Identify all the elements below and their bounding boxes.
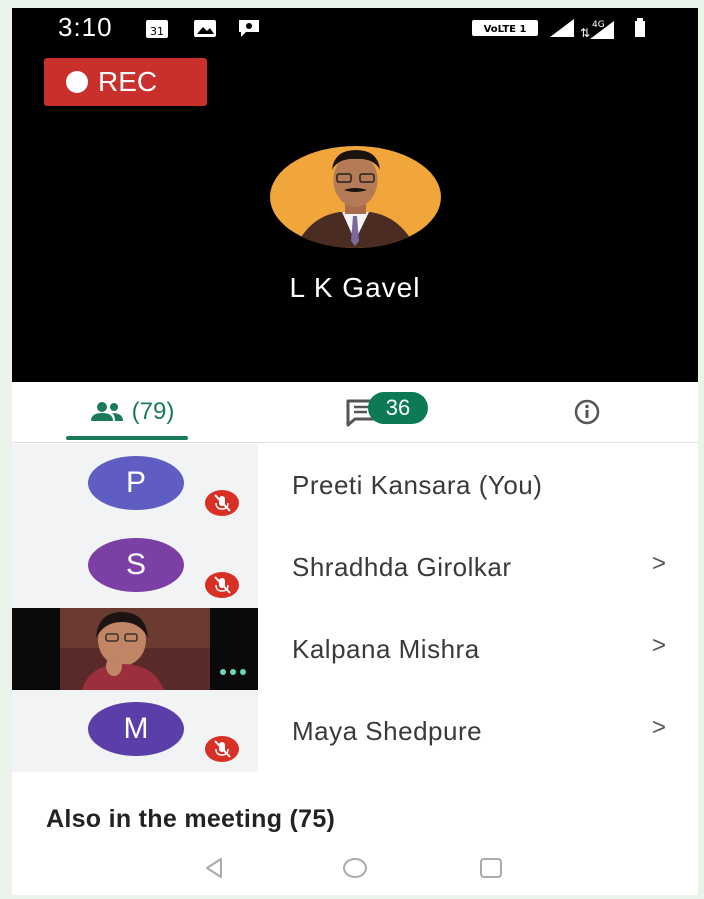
calendar-icon: 31 bbox=[145, 17, 169, 44]
status-bar: 3:10 31 VoLTE 1 4G ⇅ bbox=[12, 8, 698, 48]
clock: 3:10 bbox=[58, 12, 113, 42]
meet-app: 3:10 31 VoLTE 1 4G ⇅ REC L K Gavel (79) … bbox=[12, 8, 698, 895]
info-icon bbox=[572, 397, 602, 427]
active-tab-indicator bbox=[66, 436, 188, 440]
people-count: (79) bbox=[131, 398, 175, 425]
svg-text:⇅: ⇅ bbox=[580, 26, 590, 40]
participant-row[interactable]: Kalpana Mishra > bbox=[12, 608, 698, 690]
avatar: S bbox=[88, 538, 184, 592]
people-icon bbox=[90, 401, 124, 423]
avatar: P bbox=[88, 456, 184, 510]
participant-row[interactable]: M Maya Shedpure > bbox=[12, 690, 698, 772]
mic-off-icon bbox=[205, 490, 239, 516]
participant-row[interactable]: S Shradhda Girolkar > bbox=[12, 526, 698, 608]
chevron-right-icon[interactable]: > bbox=[652, 714, 666, 742]
participant-tile: S bbox=[12, 526, 258, 608]
presenter-avatar bbox=[270, 146, 441, 248]
mic-off-icon bbox=[205, 572, 239, 598]
tab-people[interactable]: (79) bbox=[52, 382, 212, 442]
participant-row[interactable]: P Preeti Kansara (You) bbox=[12, 444, 698, 526]
tab-bar: (79) bbox=[12, 382, 698, 443]
participant-tile: M bbox=[12, 690, 258, 772]
home-icon[interactable] bbox=[342, 856, 368, 885]
volte-icon: VoLTE 1 bbox=[472, 17, 538, 44]
svg-text:VoLTE 1: VoLTE 1 bbox=[484, 24, 527, 35]
main-video[interactable]: 3:10 31 VoLTE 1 4G ⇅ REC L K Gavel bbox=[12, 8, 698, 382]
tab-info[interactable] bbox=[532, 382, 642, 442]
also-in-meeting-heading: Also in the meeting (75) bbox=[46, 805, 336, 833]
participant-video-tile bbox=[12, 608, 258, 690]
image-icon bbox=[193, 17, 217, 44]
participant-name: Maya Shedpure bbox=[292, 716, 483, 746]
participant-tile: P bbox=[12, 444, 258, 526]
back-icon[interactable] bbox=[202, 856, 226, 885]
recording-indicator: REC bbox=[44, 58, 207, 106]
battery-icon bbox=[634, 17, 650, 44]
recents-icon[interactable] bbox=[478, 856, 504, 885]
mic-off-icon bbox=[205, 736, 239, 762]
signal-icon bbox=[548, 17, 576, 44]
chevron-right-icon[interactable]: > bbox=[652, 632, 666, 660]
svg-text:4G: 4G bbox=[592, 20, 605, 30]
message-icon bbox=[237, 17, 261, 44]
svg-text:31: 31 bbox=[150, 25, 164, 38]
presenter-name: L K Gavel bbox=[289, 272, 421, 303]
avatar: M bbox=[88, 702, 184, 756]
record-dot-icon bbox=[66, 71, 88, 93]
android-nav-bar bbox=[12, 844, 698, 895]
chat-badge: 36 bbox=[368, 392, 428, 424]
participant-name: Preeti Kansara (You) bbox=[292, 470, 543, 500]
participant-video bbox=[60, 608, 246, 690]
participant-name: Kalpana Mishra bbox=[292, 634, 480, 664]
participant-name: Shradhda Girolkar bbox=[292, 552, 512, 582]
chevron-right-icon[interactable]: > bbox=[652, 550, 666, 578]
signal-4g-icon: 4G ⇅ bbox=[578, 17, 618, 46]
rec-label: REC bbox=[98, 66, 158, 97]
